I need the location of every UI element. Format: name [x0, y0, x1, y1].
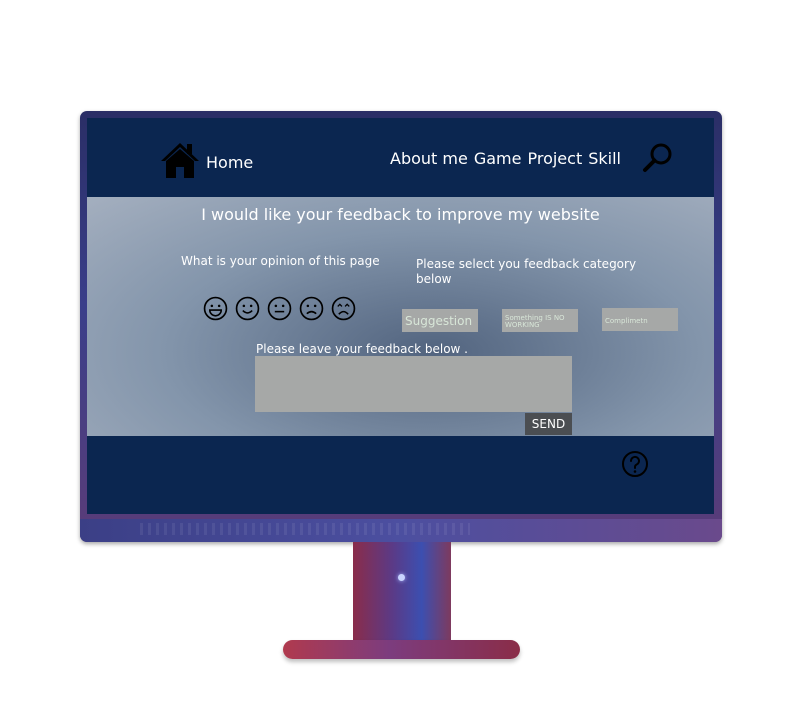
search-icon[interactable] — [642, 142, 674, 174]
suggestion-button[interactable]: Suggestion — [402, 309, 478, 332]
top-nav: Home About me Game Project Skill — [87, 118, 714, 197]
monitor-stand — [353, 542, 451, 646]
nav-game-link[interactable]: Game — [474, 149, 522, 168]
help-icon[interactable] — [621, 450, 649, 478]
feedback-label: Please leave your feedback below . — [256, 342, 468, 356]
footer — [87, 436, 714, 514]
frowning-face-icon[interactable] — [331, 296, 356, 321]
nav-links: About me Game Project Skill — [390, 149, 621, 168]
sad-face-icon[interactable] — [299, 296, 324, 321]
neutral-face-icon[interactable] — [267, 296, 292, 321]
feedback-section: I would like your feedback to improve my… — [87, 197, 714, 436]
nav-about-me-link[interactable]: About me — [390, 149, 468, 168]
power-led — [398, 574, 405, 581]
home-icon[interactable] — [160, 141, 200, 179]
not-working-button[interactable]: Something IS NO WORKING — [502, 309, 578, 332]
opinion-label: What is your opinion of this page — [181, 254, 380, 268]
category-label: Please select you feedback category belo… — [416, 257, 637, 286]
rating-emojis — [203, 296, 356, 321]
grinning-face-icon[interactable] — [203, 296, 228, 321]
monitor-base — [283, 640, 520, 659]
nav-home-link[interactable]: Home — [206, 153, 253, 172]
feedback-textarea[interactable] — [255, 356, 572, 412]
nav-skill-link[interactable]: Skill — [588, 149, 621, 168]
page-title: I would like your feedback to improve my… — [201, 205, 600, 224]
smiling-face-icon[interactable] — [235, 296, 260, 321]
screen: Home About me Game Project Skill I would… — [87, 118, 714, 514]
nav-project-link[interactable]: Project — [527, 149, 582, 168]
compliment-button[interactable]: Complimetn — [602, 308, 678, 331]
bezel-reflection — [140, 523, 470, 535]
send-button[interactable]: SEND — [525, 413, 572, 435]
